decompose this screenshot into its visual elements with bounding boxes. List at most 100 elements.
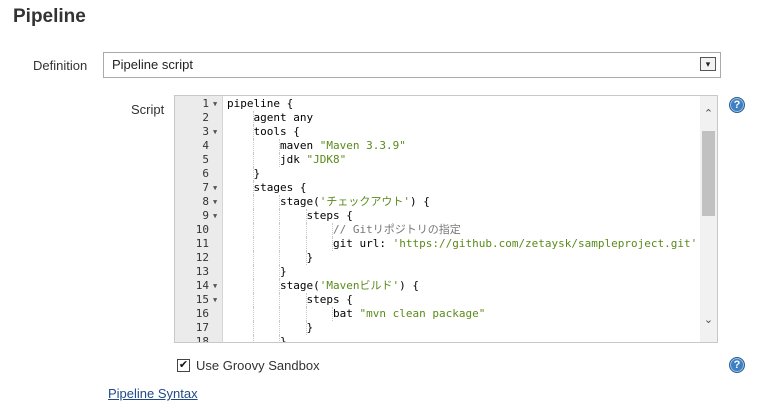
indent-guide — [279, 251, 280, 265]
code-line[interactable]: 18} — [175, 335, 699, 343]
code-text: // Gitリポジトリの指定 — [333, 223, 461, 237]
fold-toggle-icon[interactable]: ▼ — [213, 293, 217, 307]
line-number: 2 — [202, 111, 209, 124]
indent-guide — [252, 251, 254, 265]
fold-toggle-icon[interactable]: ▼ — [213, 209, 217, 223]
indent-guide — [252, 223, 254, 237]
code-token: } — [280, 335, 287, 343]
indent-guide — [252, 293, 254, 307]
indent-guide — [252, 139, 254, 153]
scrollbar-thumb[interactable] — [702, 131, 715, 216]
line-number: 1 — [202, 97, 209, 110]
code-line[interactable]: 6} — [175, 167, 699, 181]
line-number: 9 — [202, 209, 209, 222]
chevron-down-icon[interactable]: ▾ — [700, 57, 716, 71]
pipeline-syntax-link[interactable]: Pipeline Syntax — [108, 386, 198, 401]
code-token: bat — [333, 307, 360, 320]
indent-guide — [279, 223, 280, 237]
code-text: } — [307, 321, 314, 335]
line-number: 3 — [202, 125, 209, 138]
code-line[interactable]: 11 git url: 'https://github.com/zetaysk/s… — [175, 237, 699, 251]
code-line[interactable]: 14 ▼ stage('Mavenビルド') { — [175, 279, 699, 293]
code-token: } — [280, 265, 287, 278]
scroll-up-icon[interactable]: ⌃ — [700, 106, 717, 123]
code-text: } — [254, 167, 261, 181]
string-token: 'Mavenビルド' — [319, 279, 400, 292]
indent-guide — [279, 321, 280, 335]
code-token: maven — [280, 139, 320, 152]
sandbox-help-icon[interactable]: ? — [729, 357, 745, 373]
section-title: Pipeline — [13, 6, 86, 27]
string-token: "JDK8" — [306, 153, 347, 166]
fold-toggle-icon[interactable]: ▼ — [213, 181, 217, 195]
code-token: stages { — [253, 181, 307, 194]
fold-toggle-icon[interactable]: ▼ — [213, 195, 217, 209]
code-line[interactable]: 17} — [175, 321, 699, 335]
indent-guide — [279, 293, 280, 307]
code-line[interactable]: 2 agent any — [175, 111, 699, 125]
code-line[interactable]: 9 ▼ steps { — [175, 209, 699, 223]
line-number: 10 — [195, 223, 209, 236]
code-line[interactable]: 12} — [175, 251, 699, 265]
sandbox-option[interactable]: ✔ Use Groovy Sandbox — [177, 358, 320, 373]
indent-guide — [279, 237, 280, 251]
definition-selected-value: Pipeline script — [112, 57, 193, 72]
indent-guide — [305, 223, 307, 237]
indent-guide — [252, 153, 254, 167]
indent-guide — [252, 265, 254, 279]
code-token: steps { — [306, 209, 353, 222]
code-token: jdk — [280, 153, 307, 166]
code-line[interactable]: 1 ▼ pipeline { — [175, 97, 699, 111]
indent-guide — [252, 335, 254, 342]
code-token: } — [253, 167, 261, 180]
code-lines[interactable]: 1 ▼ pipeline {2 agent any 3 ▼ tools {4 maven "M… — [175, 97, 699, 343]
string-token: "Maven 3.3.9" — [319, 139, 406, 152]
code-line[interactable]: 16 bat "mvn clean package" — [175, 307, 699, 321]
definition-label: Definition — [33, 58, 88, 73]
indent-guide — [252, 237, 254, 251]
code-token: } — [306, 251, 314, 264]
line-number: 16 — [195, 307, 209, 320]
code-line[interactable]: 4 maven "Maven 3.3.9" — [175, 139, 699, 153]
definition-select[interactable]: Pipeline script ▾ — [103, 52, 721, 78]
comment-token: // Gitリポジトリの指定 — [333, 223, 461, 236]
code-text: } — [280, 265, 287, 279]
script-help-icon[interactable]: ? — [729, 97, 745, 113]
code-text: } — [280, 335, 287, 343]
fold-toggle-icon[interactable]: ▼ — [213, 279, 217, 293]
code-text: bat "mvn clean package" — [333, 307, 485, 321]
code-text: } — [307, 251, 314, 265]
code-line[interactable]: 3 ▼ tools { — [175, 125, 699, 139]
sandbox-checkbox[interactable]: ✔ — [177, 359, 190, 372]
indent-guide — [252, 279, 254, 293]
line-number: 14 — [195, 279, 209, 292]
line-number: 7 — [202, 181, 209, 194]
code-token: steps { — [306, 293, 353, 306]
code-text: agent any — [254, 111, 314, 125]
line-number: 5 — [202, 153, 209, 166]
code-token: stage( — [280, 195, 320, 208]
editor-scrollbar[interactable]: ⌃ ⌄ — [700, 96, 717, 342]
code-line[interactable]: 15 ▼ steps { — [175, 293, 699, 307]
code-line[interactable]: 7 ▼ stages { — [175, 181, 699, 195]
code-line[interactable]: 8 ▼ stage('チェックアウト') { — [175, 195, 699, 209]
script-editor[interactable]: 1 ▼ pipeline {2 agent any 3 ▼ tools {4 maven "M… — [174, 95, 718, 343]
code-text: steps { — [307, 293, 353, 307]
indent-guide — [252, 307, 254, 321]
indent-guide — [305, 307, 307, 321]
fold-toggle-icon[interactable]: ▼ — [213, 125, 217, 139]
code-token: agent any — [253, 111, 314, 124]
indent-guide — [305, 237, 307, 251]
code-line[interactable]: 5 jdk "JDK8" — [175, 153, 699, 167]
code-text: git url: 'https://github.com/zetaysk/sam… — [333, 237, 697, 251]
fold-toggle-icon[interactable]: ▼ — [213, 97, 217, 111]
line-number: 11 — [195, 237, 209, 250]
code-token: tools { — [253, 125, 300, 138]
indent-guide — [252, 321, 254, 335]
scroll-down-icon[interactable]: ⌄ — [700, 312, 717, 329]
code-text: jdk "JDK8" — [280, 153, 346, 167]
code-line[interactable]: 10 // Gitリポジトリの指定 — [175, 223, 699, 237]
indent-guide — [279, 209, 280, 223]
sandbox-label: Use Groovy Sandbox — [196, 358, 320, 373]
code-line[interactable]: 13} — [175, 265, 699, 279]
